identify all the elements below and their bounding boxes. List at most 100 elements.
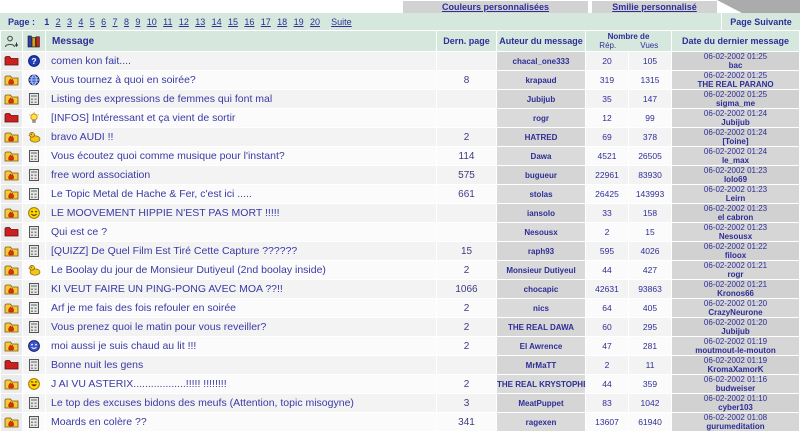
last-poster-link[interactable]: filoox (672, 251, 799, 260)
last-page-link[interactable]: 2 (437, 318, 496, 336)
last-poster-link[interactable]: [Toine] (672, 137, 799, 146)
author-link[interactable]: HATRED (497, 128, 585, 146)
author-link[interactable]: El Awrence (497, 337, 585, 355)
author-link[interactable]: krapaud (497, 71, 585, 89)
page-number[interactable]: 9 (135, 17, 140, 27)
topic-title[interactable]: Vous écoutez quoi comme musique pour l'i… (46, 147, 436, 165)
last-poster-link[interactable]: bac (672, 61, 799, 70)
author-link[interactable]: raph93 (497, 242, 585, 260)
author-link[interactable]: stolas (497, 185, 585, 203)
topic-title[interactable]: Le Boolay du jour de Monsieur Dutiyeul (… (46, 261, 436, 279)
suite-link[interactable]: Suite (331, 17, 352, 27)
last-page-link[interactable]: 3 (437, 394, 496, 412)
page-number[interactable]: 10 (147, 17, 157, 27)
last-page-link[interactable]: 15 (437, 242, 496, 260)
page-number[interactable]: 17 (261, 17, 271, 27)
author-link[interactable]: ragexen (497, 413, 585, 431)
topic-title[interactable]: comen kon fait.... (46, 52, 436, 70)
author-link[interactable]: Dawa (497, 147, 585, 165)
author-link[interactable]: Nesousx (497, 223, 585, 241)
last-poster-link[interactable]: Jubijub (672, 327, 799, 336)
last-poster-link[interactable]: Nesousx (672, 232, 799, 241)
last-page-link[interactable]: 2 (437, 337, 496, 355)
page-number[interactable]: 16 (244, 17, 254, 27)
last-poster-link[interactable]: el cabron (672, 213, 799, 222)
topic-title[interactable]: Vous prenez quoi le matin pour vous reve… (46, 318, 436, 336)
topic-title[interactable]: Qui est ce ? (46, 223, 436, 241)
last-poster-link[interactable]: CrazyNeurone (672, 308, 799, 317)
page-number[interactable]: 4 (78, 17, 83, 27)
author-link[interactable]: bugueur (497, 166, 585, 184)
last-page-link[interactable]: 2 (437, 128, 496, 146)
last-page-link[interactable]: 2 (437, 375, 496, 393)
last-poster-link[interactable]: moutmout-le-mouton (672, 346, 799, 355)
author-link[interactable]: Jubijub (497, 90, 585, 108)
custom-smiley-link[interactable]: Smilie personnalisé (592, 1, 717, 13)
page-number[interactable]: 12 (179, 17, 189, 27)
topic-title[interactable]: Le top des excuses bidons des meufs (Att… (46, 394, 436, 412)
custom-colors-link[interactable]: Couleurs personnalisées (403, 1, 588, 13)
topic-title[interactable]: bravo AUDI !! (46, 128, 436, 146)
author-link[interactable]: THE REAL DAWA (497, 318, 585, 336)
last-page-link[interactable]: 2 (437, 299, 496, 317)
page-number[interactable]: 6 (101, 17, 106, 27)
page-number[interactable]: 1 (44, 17, 49, 27)
author-link[interactable]: chocapic (497, 280, 585, 298)
page-number[interactable]: 8 (124, 17, 129, 27)
author-link[interactable]: iansolo (497, 204, 585, 222)
last-page-link[interactable]: 114 (437, 147, 496, 165)
page-number[interactable]: 11 (163, 17, 172, 27)
last-poster-link[interactable]: Kronos66 (672, 289, 799, 298)
topic-title[interactable]: moi aussi je suis chaud au lit !!! (46, 337, 436, 355)
topic-title[interactable]: [INFOS] Intéressant et ça vient de sorti… (46, 109, 436, 127)
topic-title[interactable]: free word association (46, 166, 436, 184)
topic-title[interactable]: Arf je me fais des fois refouler en soir… (46, 299, 436, 317)
last-poster-link[interactable]: lolo69 (672, 175, 799, 184)
last-page-link[interactable]: 1066 (437, 280, 496, 298)
topic-title[interactable]: Moards en colère ?? (46, 413, 436, 431)
page-number[interactable]: 13 (195, 17, 205, 27)
page-number[interactable]: 18 (277, 17, 287, 27)
last-poster-link[interactable]: le_max (672, 156, 799, 165)
last-page-link[interactable]: 2 (437, 261, 496, 279)
page-number[interactable]: 19 (294, 17, 304, 27)
last-poster-link[interactable]: Jubijub (672, 118, 799, 127)
last-page-link[interactable]: 575 (437, 166, 496, 184)
page-number[interactable]: 20 (310, 17, 320, 27)
next-page-link[interactable]: Page Suivante (721, 13, 800, 30)
topic-title[interactable]: Vous tournez à quoi en soirée? (46, 71, 436, 89)
topic-title[interactable]: Le Topic Metal de Hache & Fer, c'est ici… (46, 185, 436, 203)
author-link[interactable]: MrMaTT (497, 356, 585, 374)
topic-title[interactable]: KI VEUT FAIRE UN PING-PONG AVEC MOA ??!! (46, 280, 436, 298)
last-poster-link[interactable]: sigma_me (672, 99, 799, 108)
last-poster-link[interactable]: budweiser (672, 384, 799, 393)
author-link[interactable]: chacal_one333 (497, 52, 585, 70)
author-link[interactable]: Monsieur Dutiyeul (497, 261, 585, 279)
last-page-link[interactable]: 661 (437, 185, 496, 203)
page-number[interactable]: 3 (67, 17, 72, 27)
page-number[interactable]: 5 (90, 17, 95, 27)
author-link[interactable]: nics (497, 299, 585, 317)
last-poster-link[interactable]: Leirn (672, 194, 799, 203)
page-number[interactable]: 15 (228, 17, 238, 27)
page-number[interactable]: 7 (113, 17, 118, 27)
last-post-date: 06-02-2002 01:25 (703, 52, 768, 61)
topic-title[interactable]: Listing des expressions de femmes qui fo… (46, 90, 436, 108)
author-link[interactable]: MeatPuppet (497, 394, 585, 412)
last-poster-link[interactable]: rogr (672, 270, 799, 279)
page-number[interactable]: 2 (56, 17, 61, 27)
topic-title[interactable]: J AI VU ASTERIX..................!!!!! !… (46, 375, 436, 393)
page-number[interactable]: 14 (212, 17, 222, 27)
last-poster-link[interactable]: KromaXamorK (672, 365, 799, 374)
last-page-link[interactable]: 8 (437, 71, 496, 89)
last-poster-link[interactable]: cyber103 (672, 403, 799, 412)
topic-title[interactable]: Bonne nuit les gens (46, 356, 436, 374)
topic-title[interactable]: LE MOOVEMENT HIPPIE N'EST PAS MORT !!!!! (46, 204, 436, 222)
topic-title[interactable]: [QUIZZ] De Quel Film Est Tiré Cette Capt… (46, 242, 436, 260)
author-link[interactable]: THE REAL KRYSTOPHE (497, 375, 585, 393)
author-link[interactable]: rogr (497, 109, 585, 127)
last-poster-link[interactable]: THE REAL PARANO (672, 80, 799, 89)
topic-row: Vous prenez quoi le matin pour vous reve… (1, 318, 800, 336)
last-poster-link[interactable]: gurumeditation (672, 422, 799, 431)
last-page-link[interactable]: 341 (437, 413, 496, 431)
